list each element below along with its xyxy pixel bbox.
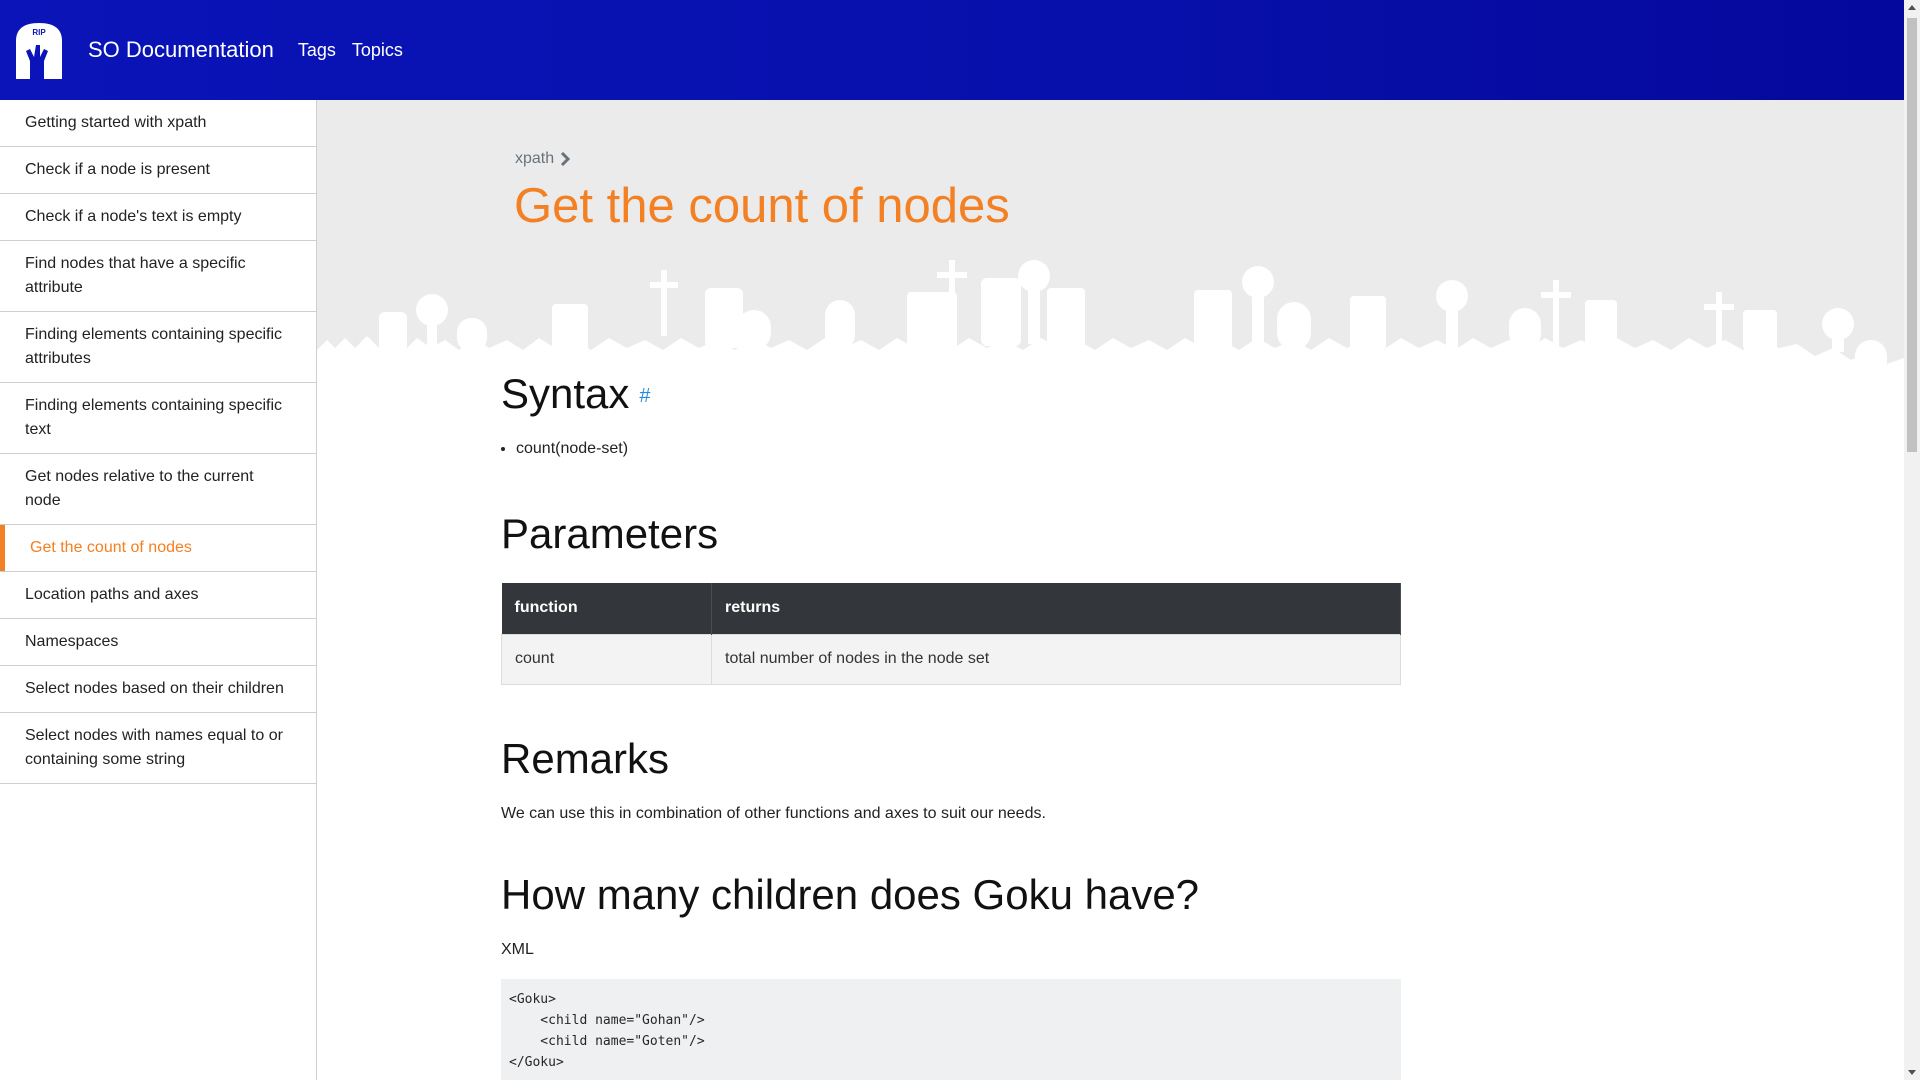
nav-topics-link[interactable]: Topics: [352, 40, 403, 61]
scroll-up-arrow-icon[interactable]: [1908, 5, 1916, 10]
sidebar-item-select-names[interactable]: Select nodes with names equal to or cont…: [0, 713, 316, 784]
nav-tags-link[interactable]: Tags: [298, 40, 336, 61]
example-heading: How many children does Goku have?: [501, 870, 1200, 918]
sidebar-item-find-nodes-attribute[interactable]: Find nodes that have a specific attribut…: [0, 241, 316, 312]
syntax-heading: Syntax #: [501, 370, 1401, 418]
sidebar-item-namespaces[interactable]: Namespaces: [0, 619, 316, 666]
syntax-list: count(node-set): [516, 440, 1401, 458]
remarks-heading: Remarks: [501, 734, 670, 782]
page-title: Get the count of nodes: [514, 179, 1010, 233]
sidebar-item-count-nodes[interactable]: Get the count of nodes: [0, 525, 316, 572]
rip-tombstone-logo-icon[interactable]: RIP: [10, 21, 68, 79]
table-header-row: function returns: [501, 583, 1401, 634]
topic-sidebar: Getting started with xpath Check if a no…: [0, 100, 317, 1080]
brand-link[interactable]: SO Documentation: [88, 37, 274, 63]
sidebar-item-getting-started[interactable]: Getting started with xpath: [0, 100, 316, 147]
table-row: count total number of nodes in the node …: [501, 633, 1401, 685]
top-navbar: RIP SO Documentation Tags Topics: [0, 0, 1904, 100]
scroll-down-arrow-icon[interactable]: [1908, 1070, 1916, 1075]
chevron-right-icon: [561, 152, 571, 166]
logo-rip-text: RIP: [32, 28, 46, 37]
table-header-function: function: [501, 583, 712, 634]
sidebar-item-check-node-present[interactable]: Check if a node is present: [0, 147, 316, 194]
article-body: Syntax # count(node-set) Parameters func…: [501, 370, 1401, 1080]
table-header-returns: returns: [711, 583, 1401, 634]
sidebar-item-finding-text[interactable]: Finding elements containing specific tex…: [0, 383, 316, 454]
syntax-item: count(node-set): [516, 440, 1401, 458]
sidebar-item-check-text-empty[interactable]: Check if a node's text is empty: [0, 194, 316, 241]
xml-code-block: <Goku> <child name="Gohan"/> <child name…: [501, 978, 1401, 1080]
scrollbar-thumb[interactable]: [1907, 18, 1917, 452]
breadcrumb-xpath-link[interactable]: xpath: [515, 150, 554, 168]
sidebar-item-location-paths[interactable]: Location paths and axes: [0, 572, 316, 619]
remarks-text: We can use this in combination of other …: [501, 804, 1046, 822]
parameters-table: function returns count total number of n…: [501, 583, 1401, 685]
sidebar-item-finding-attributes[interactable]: Finding elements containing specific att…: [0, 312, 316, 383]
main-content: xpath Get the count of nodes Syntax # co…: [317, 100, 1904, 1080]
syntax-anchor-link[interactable]: #: [639, 385, 650, 408]
table-cell-function: count: [501, 633, 712, 685]
page-scrollbar[interactable]: [1904, 0, 1920, 1080]
sidebar-item-relative-nodes[interactable]: Get nodes relative to the current node: [0, 454, 316, 525]
code-language-label: XML: [501, 940, 534, 958]
sidebar-item-select-children[interactable]: Select nodes based on their children: [0, 666, 316, 713]
syntax-heading-text: Syntax: [501, 370, 630, 417]
breadcrumb: xpath: [515, 150, 571, 168]
page-hero: xpath Get the count of nodes: [317, 100, 1904, 390]
table-cell-returns: total number of nodes in the node set: [711, 633, 1401, 685]
parameters-heading: Parameters: [501, 510, 719, 557]
